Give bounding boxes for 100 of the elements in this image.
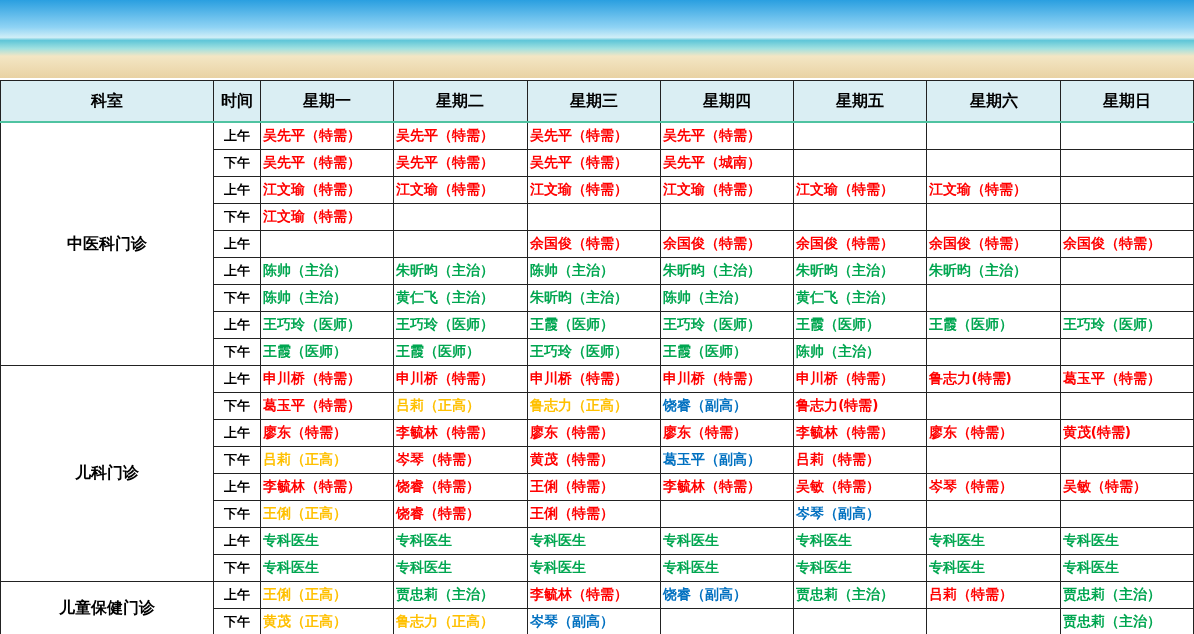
doctor-cell: 王霞（医师） [527, 311, 661, 339]
doctor-cell: 黄仁飞（主治） [793, 284, 927, 312]
time-cell: 上午 [213, 257, 261, 285]
time-cell: 上午 [213, 122, 261, 150]
doctor-cell: 专科医生 [393, 527, 528, 555]
doctor-cell: 王俐（特需） [527, 500, 661, 528]
doctor-cell: 吴先平（城南） [660, 149, 794, 177]
doctor-cell: 江文瑜（特需） [660, 176, 794, 204]
doctor-cell: 专科医生 [1060, 554, 1194, 582]
time-cell: 下午 [213, 446, 261, 474]
doctor-cell: 专科医生 [260, 527, 394, 555]
doctor-cell: 吕莉（正高） [260, 446, 394, 474]
doctor-cell: 吕莉（正高） [393, 392, 528, 420]
column-header: 星期一 [260, 80, 394, 122]
doctor-cell: 申川桥（特需） [793, 365, 927, 393]
doctor-cell: 王巧玲（医师） [260, 311, 394, 339]
doctor-cell: 王俐（正高） [260, 581, 394, 609]
doctor-cell: 朱昕昀（主治） [660, 257, 794, 285]
doctor-cell: 鲁志力（正高） [527, 392, 661, 420]
doctor-cell: 黄茂(特需) [1060, 419, 1194, 447]
time-cell: 下午 [213, 392, 261, 420]
doctor-cell: 李毓林（特需） [660, 473, 794, 501]
column-header: 时间 [213, 80, 261, 122]
doctor-cell: 江文瑜（特需） [260, 176, 394, 204]
doctor-cell: 专科医生 [793, 554, 927, 582]
doctor-cell: 黄茂（正高） [260, 608, 394, 634]
doctor-cell: 余国俊（特需） [926, 230, 1061, 258]
doctor-cell: 王霞（医师） [793, 311, 927, 339]
doctor-cell: 专科医生 [393, 554, 528, 582]
doctor-cell: 贾忠莉（主治） [793, 581, 927, 609]
doctor-cell: 王巧玲（医师） [660, 311, 794, 339]
doctor-cell: 朱昕昀（主治） [527, 284, 661, 312]
doctor-cell: 申川桥（特需） [660, 365, 794, 393]
doctor-cell: 李毓林（特需） [393, 419, 528, 447]
doctor-cell: 黄仁飞（主治） [393, 284, 528, 312]
doctor-cell: 吴先平（特需） [527, 122, 661, 150]
doctor-cell: 黄茂（特需） [527, 446, 661, 474]
doctor-cell: 岑琴（特需） [926, 473, 1061, 501]
doctor-cell: 余国俊（特需） [793, 230, 927, 258]
doctor-cell: 李毓林（特需） [527, 581, 661, 609]
doctor-cell: 吴先平（特需） [527, 149, 661, 177]
column-header: 星期四 [660, 80, 794, 122]
doctor-cell: 饶睿（特需） [393, 473, 528, 501]
department-cell: 中医科门诊 [0, 122, 214, 366]
doctor-cell: 江文瑜（特需） [793, 176, 927, 204]
doctor-cell: 陈帅（主治） [793, 338, 927, 366]
doctor-cell: 廖东（特需） [260, 419, 394, 447]
doctor-cell: 王霞（医师） [393, 338, 528, 366]
doctor-cell: 王俐（特需） [527, 473, 661, 501]
time-cell: 上午 [213, 419, 261, 447]
doctor-cell: 鲁志力（正高） [393, 608, 528, 634]
department-cell: 儿科门诊 [0, 365, 214, 582]
doctor-cell: 吕莉（特需） [793, 446, 927, 474]
doctor-cell: 吴先平（特需） [393, 149, 528, 177]
doctor-cell: 李毓林（特需） [793, 419, 927, 447]
doctor-cell: 专科医生 [1060, 527, 1194, 555]
doctor-cell: 申川桥（特需） [260, 365, 394, 393]
time-cell: 上午 [213, 473, 261, 501]
doctor-cell: 王巧玲（医师） [393, 311, 528, 339]
doctor-cell: 吴先平（特需） [260, 122, 394, 150]
doctor-cell: 鲁志力(特需) [926, 365, 1061, 393]
doctor-cell: 廖东（特需） [926, 419, 1061, 447]
doctor-cell: 江文瑜（特需） [393, 176, 528, 204]
doctor-cell: 鲁志力(特需) [793, 392, 927, 420]
time-cell: 下午 [213, 338, 261, 366]
column-header: 星期六 [926, 80, 1061, 122]
time-cell: 下午 [213, 203, 261, 231]
time-cell: 上午 [213, 230, 261, 258]
doctor-cell: 朱昕昀（主治） [926, 257, 1061, 285]
doctor-cell: 专科医生 [660, 554, 794, 582]
column-header: 星期二 [393, 80, 528, 122]
doctor-cell: 陈帅（主治） [660, 284, 794, 312]
doctor-cell: 陈帅（主治） [260, 284, 394, 312]
department-cell: 儿童保健门诊 [0, 581, 214, 634]
doctor-cell: 陈帅（主治） [260, 257, 394, 285]
doctor-cell: 吕莉（特需） [926, 581, 1061, 609]
time-cell: 上午 [213, 527, 261, 555]
time-cell: 上午 [213, 365, 261, 393]
doctor-cell: 岑琴（特需） [393, 446, 528, 474]
doctor-cell: 吴敏（特需） [1060, 473, 1194, 501]
doctor-cell: 专科医生 [660, 527, 794, 555]
doctor-cell: 江文瑜（特需） [926, 176, 1061, 204]
doctor-cell: 王巧玲（医师） [527, 338, 661, 366]
doctor-cell: 申川桥（特需） [393, 365, 528, 393]
doctor-cell: 岑琴（副高） [793, 500, 927, 528]
doctor-cell: 王霞（医师） [926, 311, 1061, 339]
column-header: 星期三 [527, 80, 661, 122]
doctor-cell: 朱昕昀（主治） [793, 257, 927, 285]
doctor-cell: 专科医生 [527, 527, 661, 555]
doctor-cell: 江文瑜（特需） [260, 203, 394, 231]
time-cell: 上午 [213, 311, 261, 339]
doctor-cell: 王巧玲（医师） [1060, 311, 1194, 339]
column-header: 星期五 [793, 80, 927, 122]
doctor-cell: 葛玉平（特需） [260, 392, 394, 420]
time-cell: 上午 [213, 581, 261, 609]
doctor-cell: 贾忠莉（主治） [1060, 581, 1194, 609]
doctor-cell: 专科医生 [260, 554, 394, 582]
doctor-cell: 专科医生 [926, 527, 1061, 555]
doctor-cell: 陈帅（主治） [527, 257, 661, 285]
column-header: 星期日 [1060, 80, 1194, 122]
